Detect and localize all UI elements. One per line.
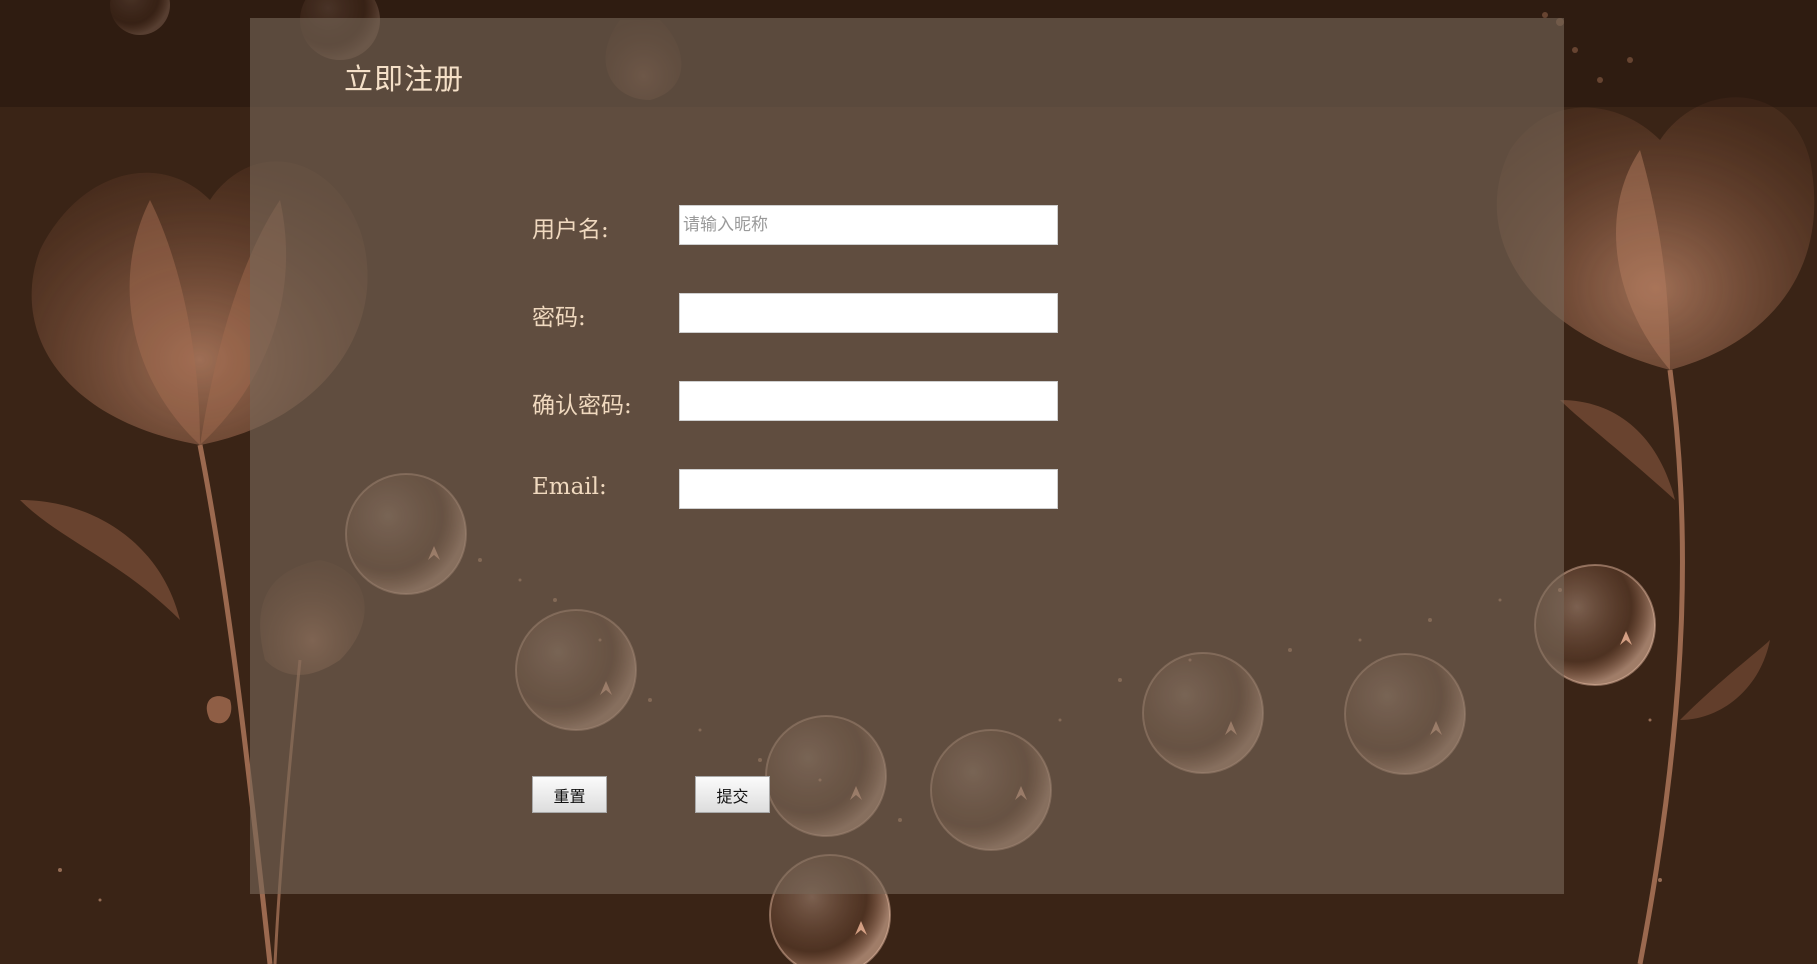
confirm-password-input[interactable] xyxy=(679,381,1058,421)
reset-button[interactable]: 重置 xyxy=(532,776,607,813)
password-label: 密码: xyxy=(532,305,586,331)
submit-button[interactable]: 提交 xyxy=(695,776,770,813)
password-input[interactable] xyxy=(679,293,1058,333)
page-title: 立即注册 xyxy=(344,62,465,96)
confirm-password-label: 确认密码: xyxy=(532,393,632,419)
username-input[interactable] xyxy=(679,205,1058,245)
email-input[interactable] xyxy=(679,469,1058,509)
username-label: 用户名: xyxy=(532,217,609,243)
registration-panel xyxy=(250,18,1564,894)
email-label: Email: xyxy=(532,474,607,500)
